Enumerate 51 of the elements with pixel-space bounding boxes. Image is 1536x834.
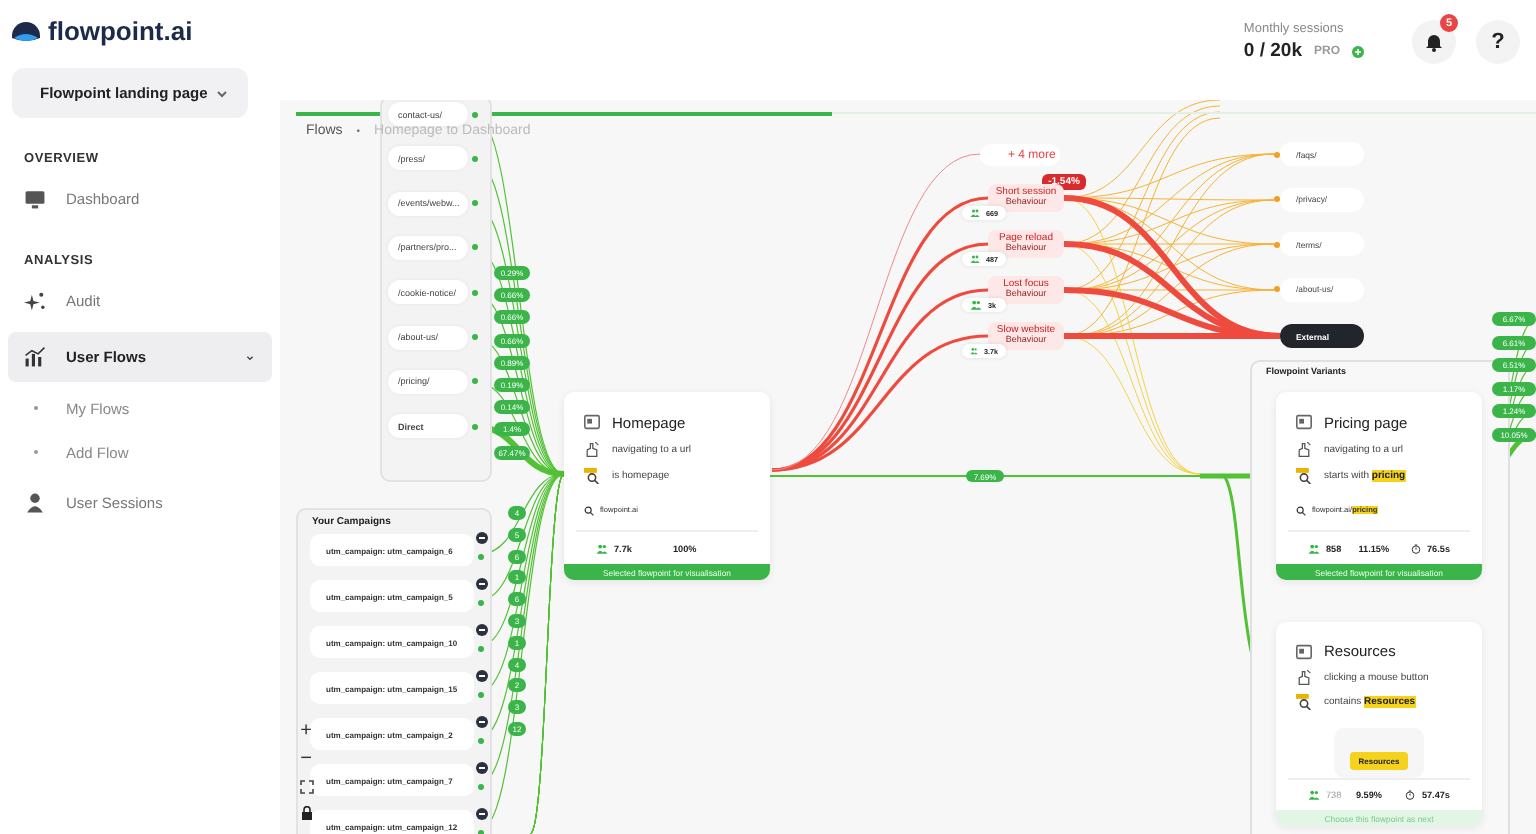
node-dot xyxy=(471,334,477,340)
users-icon xyxy=(970,300,982,310)
node-dot xyxy=(471,289,477,296)
page-icon xyxy=(584,414,600,430)
timer-icon xyxy=(1403,789,1416,800)
caret-icon xyxy=(244,353,256,361)
zoom-out-button[interactable]: − xyxy=(296,750,316,770)
magnifier-tag-icon xyxy=(1296,694,1312,711)
magnifier-tag-icon xyxy=(584,467,600,483)
fit-view-icon[interactable] xyxy=(299,780,313,794)
node-dot xyxy=(471,378,477,385)
users-icon xyxy=(596,543,608,553)
node-dot xyxy=(471,200,477,207)
monitor-icon xyxy=(24,187,46,209)
node-dot xyxy=(471,155,477,162)
plus-icon xyxy=(1352,45,1364,57)
node-dot xyxy=(478,738,484,744)
node-dot xyxy=(1274,286,1280,293)
bar-chart-icon xyxy=(24,346,46,368)
lock-icon[interactable] xyxy=(299,806,313,820)
node-dot xyxy=(471,423,477,430)
node-dot xyxy=(478,600,484,606)
page-icon xyxy=(1296,643,1312,660)
node-dot xyxy=(478,692,484,698)
bell-icon xyxy=(1424,32,1444,52)
users-icon xyxy=(970,254,980,264)
node-dot xyxy=(478,646,484,652)
logo-icon xyxy=(12,19,40,41)
node-dot xyxy=(478,784,484,790)
magnifier-tag-icon xyxy=(1296,467,1312,483)
user-icon xyxy=(24,491,46,513)
node-dot xyxy=(471,244,477,251)
node-dot xyxy=(471,111,477,117)
node-dot xyxy=(478,554,484,560)
search-icon xyxy=(584,505,594,515)
users-icon xyxy=(970,346,978,356)
users-icon xyxy=(970,208,980,218)
users-icon xyxy=(1308,543,1320,553)
page-icon xyxy=(1296,414,1312,430)
sparkle-icon xyxy=(24,289,46,311)
timer-icon xyxy=(1409,543,1421,553)
help-button[interactable]: ? xyxy=(1476,20,1520,64)
sessions-value: 0 / 20k xyxy=(1243,40,1302,62)
caret-icon xyxy=(216,89,228,97)
zoom-in-button[interactable]: + xyxy=(296,722,316,742)
node-dot xyxy=(1274,241,1280,248)
search-icon xyxy=(1296,505,1306,515)
node-dot xyxy=(1274,151,1280,157)
node-dot xyxy=(1274,196,1280,203)
logo-text: flowpoint.ai xyxy=(48,15,193,45)
users-icon xyxy=(1308,789,1320,800)
